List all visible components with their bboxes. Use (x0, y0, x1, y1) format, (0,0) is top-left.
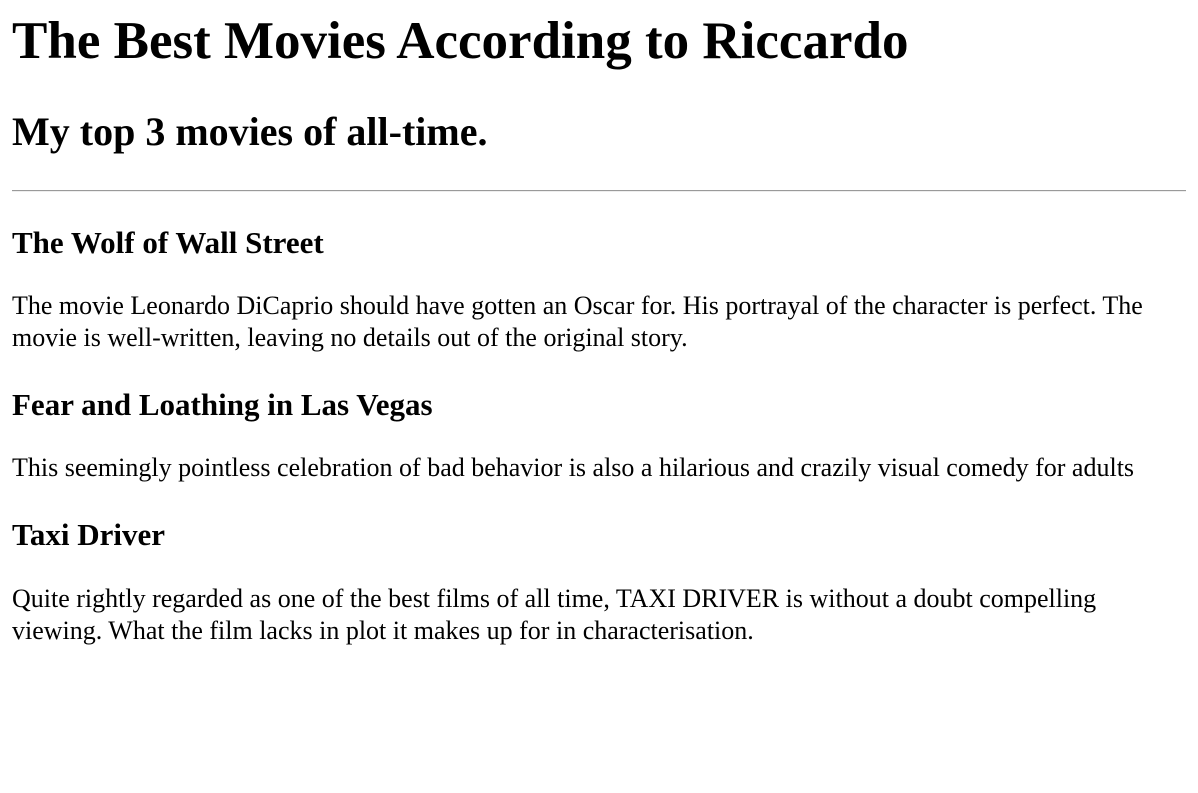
divider (12, 190, 1186, 193)
movie-description: This seemingly pointless celebration of … (12, 453, 1135, 483)
movie-entry-fear-and-loathing: Fear and Loathing in Las Vegas This seem… (12, 388, 1186, 484)
movie-entry-wolf-of-wall-street: The Wolf of Wall Street The movie Leonar… (12, 226, 1186, 354)
movie-description: Quite rightly regarded as one of the bes… (12, 583, 1097, 645)
movie-title: Fear and Loathing in Las Vegas (12, 387, 433, 423)
movie-title: The Wolf of Wall Street (12, 225, 324, 261)
movie-description: The movie Leonardo DiCaprio should have … (12, 291, 1143, 353)
movie-title: Taxi Driver (12, 517, 165, 553)
page-subtitle: My top 3 movies of all-time. (12, 109, 488, 155)
movie-entry-taxi-driver: Taxi Driver Quite rightly regarded as on… (12, 518, 1186, 646)
page-content: The Best Movies According to Riccardo My… (0, 12, 1198, 647)
page-title: The Best Movies According to Riccardo (12, 12, 909, 70)
